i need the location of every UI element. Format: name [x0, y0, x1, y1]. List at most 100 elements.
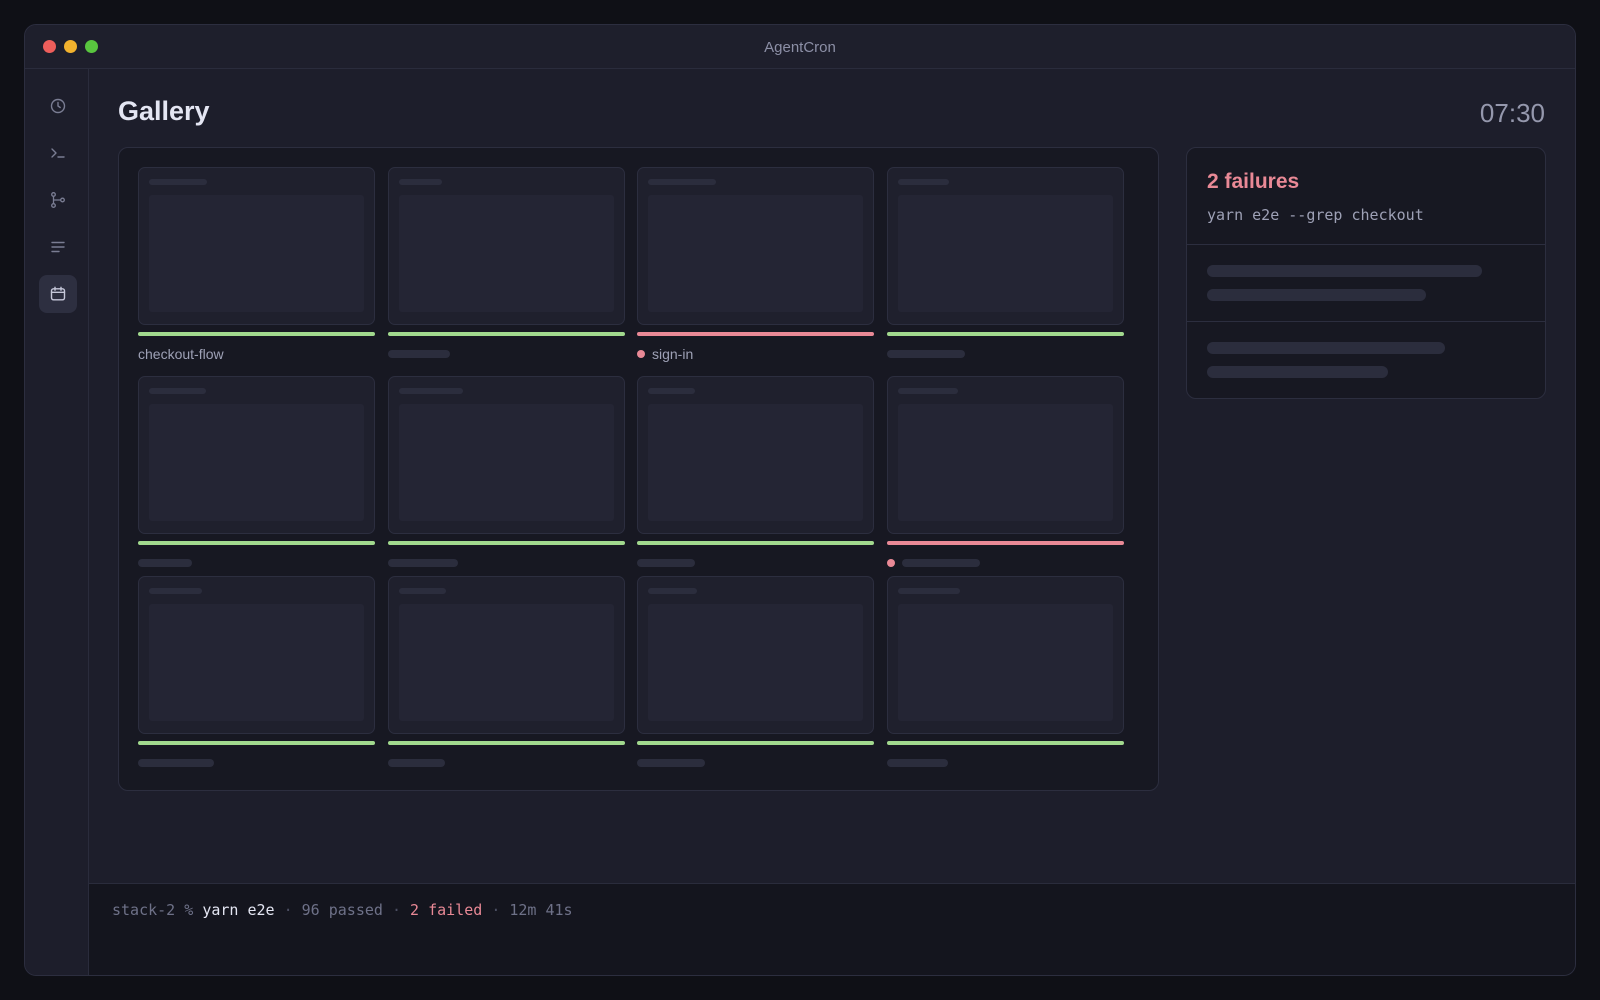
card-caption: [637, 554, 695, 572]
card-label-placeholder: [138, 759, 214, 767]
card-caption: [138, 754, 214, 772]
card-caption: sign-in: [637, 345, 693, 363]
status-bar: [887, 541, 1124, 545]
screenshot-thumbnail[interactable]: [887, 376, 1124, 534]
card-label: checkout-flow: [138, 346, 224, 362]
card-caption: [637, 754, 705, 772]
screenshot-thumbnail[interactable]: [637, 376, 874, 534]
thumbnail-body-placeholder: [898, 404, 1113, 521]
failures-header: 2 failures yarn e2e --grep checkout: [1187, 148, 1545, 245]
app-window: AgentCron Gallery 07:30 checkout-flow si…: [24, 24, 1576, 976]
card-label: sign-in: [652, 346, 694, 362]
failures-panel: 2 failures yarn e2e --grep checkout: [1186, 147, 1546, 399]
card-caption: [138, 554, 192, 572]
card-caption: [887, 554, 980, 572]
terminal-icon: [51, 148, 65, 158]
status-bar: [388, 541, 625, 545]
status-bar: [138, 741, 375, 745]
passed-count: 96 passed: [301, 901, 383, 919]
thumbnail-body-placeholder: [399, 195, 614, 312]
sidebar-item-schedule[interactable]: [39, 275, 77, 313]
failure-item[interactable]: [1187, 322, 1545, 398]
terminal-panel[interactable]: stack-2 % yarn e2e · 96 passed · 2 faile…: [89, 883, 1575, 975]
screenshot-thumbnail[interactable]: [138, 167, 375, 325]
thumbnail-header-placeholder: [399, 388, 463, 394]
card-label-placeholder: [637, 559, 695, 567]
list-icon: [51, 241, 65, 253]
thumbnail-body-placeholder: [648, 404, 863, 521]
card-label-placeholder: [887, 350, 965, 358]
status-bar: [637, 332, 874, 336]
screenshot-thumbnail[interactable]: [388, 167, 625, 325]
thumbnail-header-placeholder: [648, 388, 695, 394]
sidebar-item-logs[interactable]: [39, 228, 77, 266]
failure-title-placeholder: [1207, 342, 1445, 354]
thumbnail-header-placeholder: [399, 588, 446, 594]
card-label-placeholder: [388, 559, 458, 567]
thumbnail-body-placeholder: [149, 604, 364, 721]
card-caption: checkout-flow: [138, 345, 224, 363]
card-caption: [388, 754, 445, 772]
failure-title-placeholder: [1207, 265, 1482, 277]
card-label-placeholder: [388, 759, 445, 767]
card-label-placeholder: [902, 559, 980, 567]
thumbnail-body-placeholder: [898, 195, 1113, 312]
thumbnail-body-placeholder: [149, 404, 364, 521]
failure-dot-icon: [887, 559, 895, 567]
separator: ·: [283, 901, 293, 919]
clock-icon: [50, 98, 66, 114]
screenshot-thumbnail[interactable]: [138, 376, 375, 534]
sidebar-item-history[interactable]: [39, 87, 77, 125]
thumbnail-header-placeholder: [898, 179, 949, 185]
terminal-line: stack-2 % yarn e2e · 96 passed · 2 faile…: [112, 901, 573, 919]
card-label-placeholder: [887, 759, 948, 767]
main-content: Gallery 07:30 checkout-flow sign-in 2 fai…: [89, 69, 1575, 975]
status-bar: [637, 741, 874, 745]
thumbnail-header-placeholder: [149, 588, 202, 594]
thumbnail-body-placeholder: [149, 195, 364, 312]
failed-count: 2 failed: [410, 901, 483, 919]
separator: ·: [491, 901, 501, 919]
screenshot-thumbnail[interactable]: [637, 167, 874, 325]
failure-item[interactable]: [1187, 245, 1545, 322]
card-label-placeholder: [388, 350, 450, 358]
screenshot-thumbnail[interactable]: [887, 167, 1124, 325]
thumbnail-body-placeholder: [898, 604, 1113, 721]
status-bar: [138, 332, 375, 336]
status-bar: [388, 332, 625, 336]
title-bar: AgentCron: [25, 25, 1575, 69]
thumbnail-body-placeholder: [399, 404, 614, 521]
thumbnail-header-placeholder: [399, 179, 442, 185]
thumbnail-body-placeholder: [399, 604, 614, 721]
thumbnail-header-placeholder: [898, 588, 960, 594]
thumbnail-header-placeholder: [648, 588, 697, 594]
window-title: AgentCron: [764, 39, 836, 56]
status-bar: [138, 541, 375, 545]
thumbnail-header-placeholder: [149, 388, 206, 394]
card-caption: [388, 554, 458, 572]
card-caption: [887, 345, 965, 363]
card-label-placeholder: [138, 559, 192, 567]
status-bar: [637, 541, 874, 545]
screenshot-thumbnail[interactable]: [887, 576, 1124, 734]
status-bar: [887, 741, 1124, 745]
failure-detail-placeholder: [1207, 289, 1426, 301]
screenshot-thumbnail[interactable]: [388, 376, 625, 534]
failure-detail-placeholder: [1207, 366, 1388, 378]
terminal-prompt: stack-2 %: [112, 901, 194, 919]
failures-command[interactable]: yarn e2e --grep checkout: [1207, 206, 1424, 224]
sidebar: [25, 69, 89, 975]
screenshot-gallery: checkout-flow sign-in: [118, 147, 1159, 791]
card-label-placeholder: [637, 759, 705, 767]
failures-title: 2 failures: [1207, 170, 1300, 193]
screenshot-thumbnail[interactable]: [388, 576, 625, 734]
status-bar: [887, 332, 1124, 336]
screenshot-thumbnail[interactable]: [637, 576, 874, 734]
failure-dot-icon: [637, 350, 645, 358]
thumbnail-body-placeholder: [648, 604, 863, 721]
sidebar-item-terminal[interactable]: [39, 134, 77, 172]
page-title: Gallery: [118, 96, 210, 126]
screenshot-thumbnail[interactable]: [138, 576, 375, 734]
sidebar-item-branches[interactable]: [39, 181, 77, 219]
git-branch-icon: [51, 192, 65, 208]
